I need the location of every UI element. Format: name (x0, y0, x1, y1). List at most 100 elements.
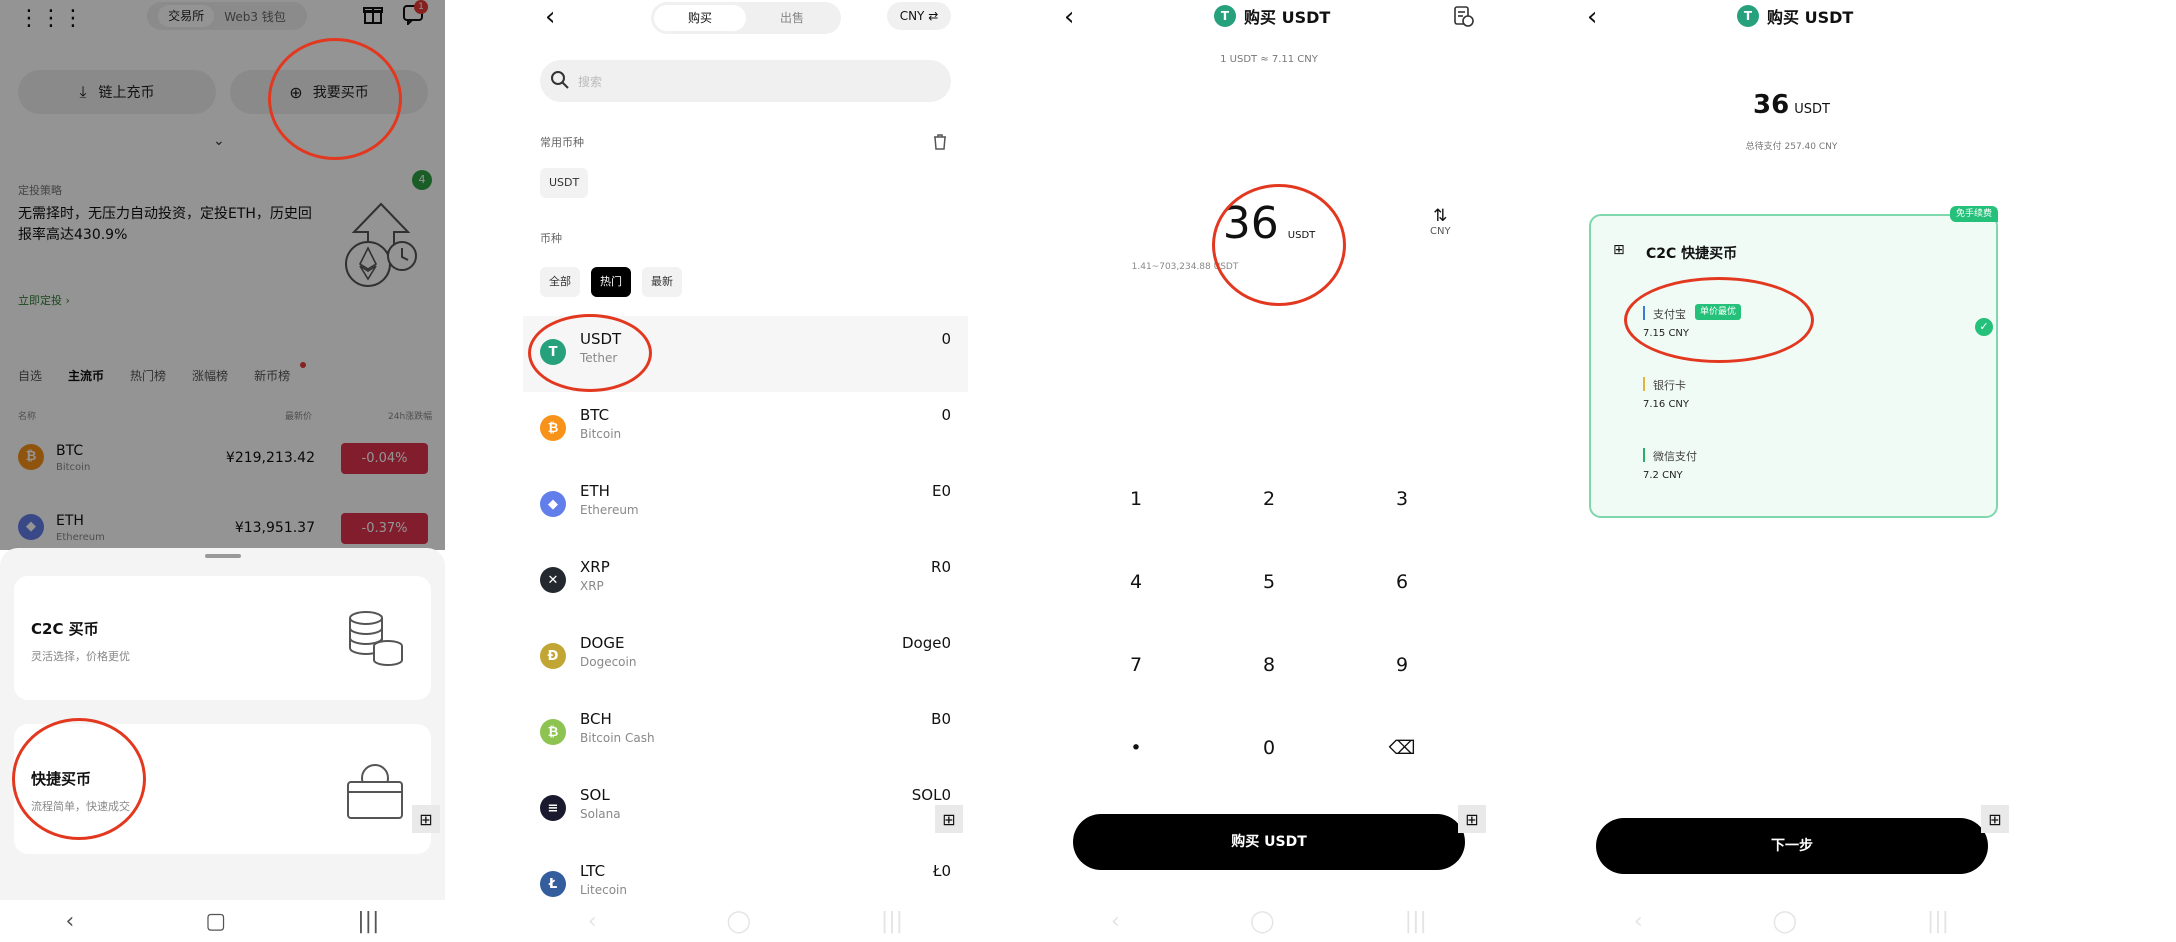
nav-home-icon[interactable]: ◯ (726, 909, 751, 934)
coin-name: Bitcoin Cash (580, 731, 655, 745)
nav-home-icon[interactable]: ▢ (205, 909, 226, 934)
buy-tab[interactable]: 购买 (654, 5, 746, 31)
coin-balance: Ł0 (933, 862, 951, 880)
c2c-subtitle: 灵活选择，价格更优 (31, 650, 130, 663)
buy-method-sheet: C2C 买币 灵活选择，价格更优 快捷买币 流程简单，快速成交 ⊞ (0, 548, 445, 942)
system-nav-bar: ‹ ▢ ||| (0, 900, 445, 942)
search-input[interactable]: 搜索 (540, 60, 951, 102)
key-dot[interactable]: • (1096, 737, 1176, 759)
sheet-handle[interactable] (205, 554, 241, 558)
coin-row[interactable]: ₿ BTC Bitcoin 0 (523, 392, 968, 468)
coin-icon: ₿ (540, 719, 566, 745)
method-bar (1643, 448, 1645, 462)
back-arrow-icon[interactable]: ‹ (1064, 2, 1074, 32)
coin-row[interactable]: ✕ XRP XRP R0 (523, 544, 968, 620)
nav-recents-icon[interactable]: ||| (1405, 909, 1427, 934)
panel-home: ⋮⋮⋮ 交易所 Web3 钱包 1 ⤓ 链上充币 ⊕ 我要买币 ⌄ 定投策略 无… (0, 0, 445, 942)
qr-scan-icon[interactable]: ⊞ (412, 805, 440, 833)
toggle-label: CNY (1430, 226, 1451, 237)
filter-all[interactable]: 全部 (540, 267, 580, 297)
qr-scan-icon[interactable]: ⊞ (1458, 805, 1486, 833)
quick-buy-subtitle: 流程简单，快速成交 (31, 800, 130, 813)
total-to-pay: 总待支付 257.40 CNY (1745, 142, 1838, 152)
key-8[interactable]: 8 (1229, 654, 1309, 676)
trash-icon[interactable] (931, 133, 949, 151)
buy-usdt-button[interactable]: 购买 USDT (1073, 814, 1465, 870)
c2c-title: C2C 买币 (31, 620, 99, 638)
back-arrow-icon[interactable]: ‹ (545, 2, 555, 32)
coin-name: XRP (580, 579, 604, 593)
key-0[interactable]: 0 (1229, 737, 1309, 759)
coin-row[interactable]: ≡ SOL Solana SOL0 (523, 772, 968, 848)
panel-coin-select: ‹ 购买 出售 CNY ⇄ 搜索 常用币种 USDT 币种 全部 热门 最新 T… (523, 0, 968, 942)
key-3[interactable]: 3 (1362, 488, 1442, 510)
search-icon (550, 70, 570, 90)
currency-label: CNY (899, 9, 925, 23)
c2c-buy-option[interactable]: C2C 买币 灵活选择，价格更优 (14, 576, 431, 700)
nav-recents-icon[interactable]: ||| (881, 909, 903, 934)
coin-balance: E0 (931, 482, 951, 500)
coin-symbol: USDT (580, 330, 622, 348)
payment-method-option[interactable]: 支付宝 7.15 CNY 单价最优 (1643, 304, 1943, 352)
key-6[interactable]: 6 (1362, 571, 1442, 593)
nav-recents-icon[interactable]: ||| (357, 909, 379, 934)
coin-balance: 0 (941, 406, 951, 424)
qr-scan-icon[interactable]: ⊞ (935, 805, 963, 833)
coin-icon: ≡ (540, 795, 566, 821)
nav-home-icon[interactable]: ◯ (1772, 909, 1797, 934)
nav-back-icon[interactable]: ‹ (588, 909, 597, 934)
system-nav-bar: ‹ ◯ ||| (523, 900, 968, 942)
buy-sell-toggle[interactable]: 购买 出售 (651, 2, 841, 34)
amount-display: 36 USDT (1046, 198, 1492, 249)
coin-icon: Ł (540, 871, 566, 897)
coin-name: Solana (580, 807, 621, 821)
coin-row[interactable]: ₿ BCH Bitcoin Cash B0 (523, 696, 968, 772)
currency-toggle[interactable]: ⇅ CNY (1430, 206, 1451, 237)
common-chip-usdt[interactable]: USDT (540, 168, 589, 198)
key-2[interactable]: 2 (1229, 488, 1309, 510)
key-9[interactable]: 9 (1362, 654, 1442, 676)
c2c-quick-card[interactable]: 免手续费 ⊞ C2C 快捷买币 支付宝 7.15 CNY 单价最优 银行卡 7.16 C… (1589, 206, 1998, 518)
dim-overlay[interactable] (0, 0, 445, 550)
selected-check-icon: ✓ (1975, 318, 1993, 336)
coin-row[interactable]: Ð DOGE Dogecoin Doge0 (523, 620, 968, 696)
quick-buy-option[interactable]: 快捷买币 流程简单，快速成交 (14, 724, 431, 854)
coin-name: Litecoin (580, 883, 627, 897)
card-title: C2C 快捷买币 (1646, 246, 1738, 262)
key-5[interactable]: 5 (1229, 571, 1309, 593)
quick-buy-title: 快捷买币 (31, 770, 92, 788)
method-name: 银行卡 (1653, 379, 1686, 392)
qr-scan-icon[interactable]: ⊞ (1981, 805, 2009, 833)
amount-range: 1.41~703,234.88 USDT (1131, 262, 1239, 272)
sell-tab[interactable]: 出售 (746, 5, 838, 31)
best-price-badge: 单价最优 (1695, 304, 1742, 320)
coin-symbol: LTC (580, 862, 606, 880)
nav-back-icon[interactable]: ‹ (66, 909, 75, 934)
method-price: 7.2 CNY (1643, 470, 1683, 481)
key-1[interactable]: 1 (1096, 488, 1176, 510)
coin-row[interactable]: ◆ ETH Ethereum E0 (523, 468, 968, 544)
next-step-button[interactable]: 下一步 (1596, 818, 1988, 874)
coin-icon: ✕ (540, 567, 566, 593)
nav-recents-icon[interactable]: ||| (1927, 909, 1949, 934)
nav-home-icon[interactable]: ◯ (1250, 909, 1275, 934)
coin-balance: 0 (941, 330, 951, 348)
swap-vertical-icon: ⇅ (1433, 206, 1448, 226)
nav-back-icon[interactable]: ‹ (1111, 909, 1120, 934)
filter-hot[interactable]: 热门 (591, 267, 631, 297)
coin-row[interactable]: T USDT Tether 0 (523, 316, 968, 392)
back-arrow-icon[interactable]: ‹ (1587, 2, 1597, 32)
payment-method-option[interactable]: 微信支付 7.2 CNY (1643, 446, 1943, 494)
filter-new[interactable]: 最新 (642, 267, 682, 297)
key-7[interactable]: 7 (1096, 654, 1176, 676)
amount-unit: USDT (1794, 102, 1830, 117)
coin-icon: ₿ (540, 415, 566, 441)
currency-selector[interactable]: CNY ⇄ (887, 2, 951, 30)
key-4[interactable]: 4 (1096, 571, 1176, 593)
method-bar (1643, 377, 1645, 391)
payment-method-option[interactable]: 银行卡 7.16 CNY (1643, 375, 1943, 423)
coin-symbol: DOGE (580, 634, 625, 652)
order-history-icon[interactable] (1452, 5, 1474, 27)
backspace-key[interactable]: ⌫ (1362, 737, 1442, 759)
nav-back-icon[interactable]: ‹ (1634, 909, 1643, 934)
